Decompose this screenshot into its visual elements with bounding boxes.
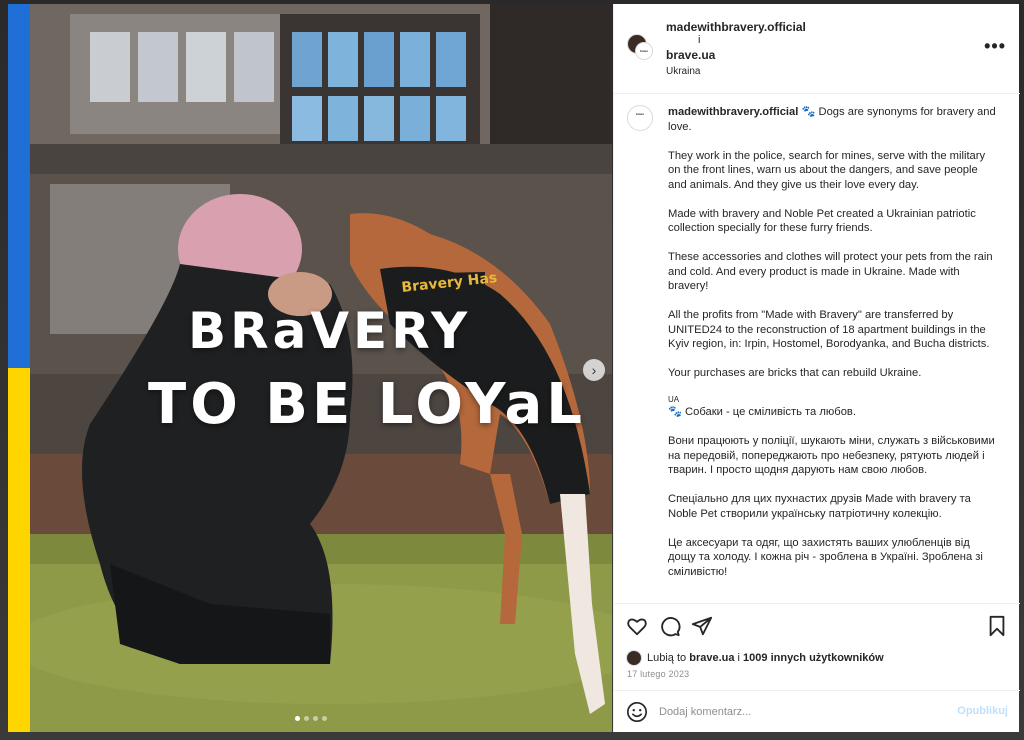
carousel-dot bbox=[304, 716, 309, 721]
carousel-dot-active bbox=[295, 716, 300, 721]
avatar: brave bbox=[635, 42, 653, 60]
comment-composer: Opublikuj bbox=[614, 690, 1020, 732]
caption-paragraph-ua: Це аксесуари та одяг, що захистять ваших… bbox=[668, 536, 983, 578]
caption-paragraph-ua: Спеціально для цих пухнастих друзів Made… bbox=[668, 493, 971, 520]
more-options-button[interactable]: ••• bbox=[984, 36, 1006, 57]
likes-prefix: Lubią to bbox=[647, 652, 687, 664]
likes-conjunction: i bbox=[737, 652, 740, 664]
carousel-dot bbox=[322, 716, 327, 721]
post-header: brave madewithbravery.official i brave.u… bbox=[614, 4, 1020, 94]
likes-user-link[interactable]: brave.ua bbox=[689, 652, 734, 664]
caption-paragraph: Your purchases are bricks that can rebui… bbox=[668, 367, 922, 379]
caption-paragraph: These accessories and clothes will prote… bbox=[668, 251, 993, 292]
caption-language-label: UA bbox=[668, 395, 680, 404]
caption-username[interactable]: madewithbravery.official bbox=[668, 106, 798, 118]
author-username-2[interactable]: brave.ua bbox=[666, 48, 715, 62]
post-caption: brave madewithbravery.official 🐾 Dogs ar… bbox=[614, 95, 1020, 603]
carousel-dot bbox=[313, 716, 318, 721]
more-horizontal-icon: ••• bbox=[984, 36, 1006, 56]
post-viewer: Bravery Has BRaVERY TO BE LOYaL › brave … bbox=[0, 0, 1024, 740]
post-date[interactable]: 17 lutego 2023 bbox=[627, 669, 689, 679]
flag-stripe-blue bbox=[8, 4, 30, 368]
caption-paragraph-ua: Вони працюють у поліції, шукають міни, с… bbox=[668, 435, 995, 476]
post-actions: Lubią to brave.ua i 1009 innych użytkown… bbox=[614, 603, 1020, 690]
likes-others-link[interactable]: 1009 innych użytkowników bbox=[743, 652, 884, 664]
post-side-panel: brave madewithbravery.official i brave.u… bbox=[613, 4, 1020, 732]
post-photo: Bravery Has bbox=[30, 4, 612, 732]
comment-input[interactable] bbox=[659, 700, 949, 724]
heart-icon[interactable] bbox=[626, 615, 648, 637]
carousel-dots bbox=[295, 716, 327, 721]
caption-paragraph: Made with bravery and Noble Pet created … bbox=[668, 207, 976, 235]
likes-summary: Lubią to brave.ua i 1009 innych użytkown… bbox=[626, 650, 884, 666]
caption-paragraph: They work in the police, search for mine… bbox=[668, 149, 986, 191]
overlay-line-1: BRaVERY bbox=[188, 302, 472, 360]
publish-button[interactable]: Opublikuj bbox=[957, 705, 1008, 717]
overlay-line-2: TO BE LOYaL bbox=[148, 372, 586, 437]
author-username-1[interactable]: madewithbravery.official bbox=[666, 20, 806, 34]
caption-paragraph: All the profits from "Made with Bravery"… bbox=[668, 309, 990, 350]
caption-paragraph-ua: 🐾 Собаки - це сміливість та любов. bbox=[668, 406, 856, 418]
share-icon[interactable] bbox=[691, 615, 713, 637]
post-media: Bravery Has BRaVERY TO BE LOYaL › bbox=[8, 4, 612, 732]
caption-avatar[interactable]: brave bbox=[627, 105, 653, 131]
comment-icon[interactable] bbox=[659, 615, 681, 637]
flag-stripe-yellow bbox=[8, 368, 30, 732]
post-location[interactable]: Ukraina bbox=[666, 66, 700, 77]
bookmark-icon[interactable] bbox=[986, 615, 1008, 637]
author-conjunction: i bbox=[698, 34, 701, 46]
author-avatars[interactable]: brave bbox=[627, 34, 653, 60]
chevron-right-icon: › bbox=[591, 362, 597, 378]
avatar bbox=[626, 650, 642, 666]
next-slide-button[interactable]: › bbox=[583, 359, 605, 381]
caption-first-paragraph: madewithbravery.official 🐾 Dogs are syno… bbox=[668, 105, 998, 134]
caption-body: madewithbravery.official 🐾 Dogs are syno… bbox=[668, 105, 998, 594]
emoji-icon[interactable] bbox=[626, 701, 648, 723]
